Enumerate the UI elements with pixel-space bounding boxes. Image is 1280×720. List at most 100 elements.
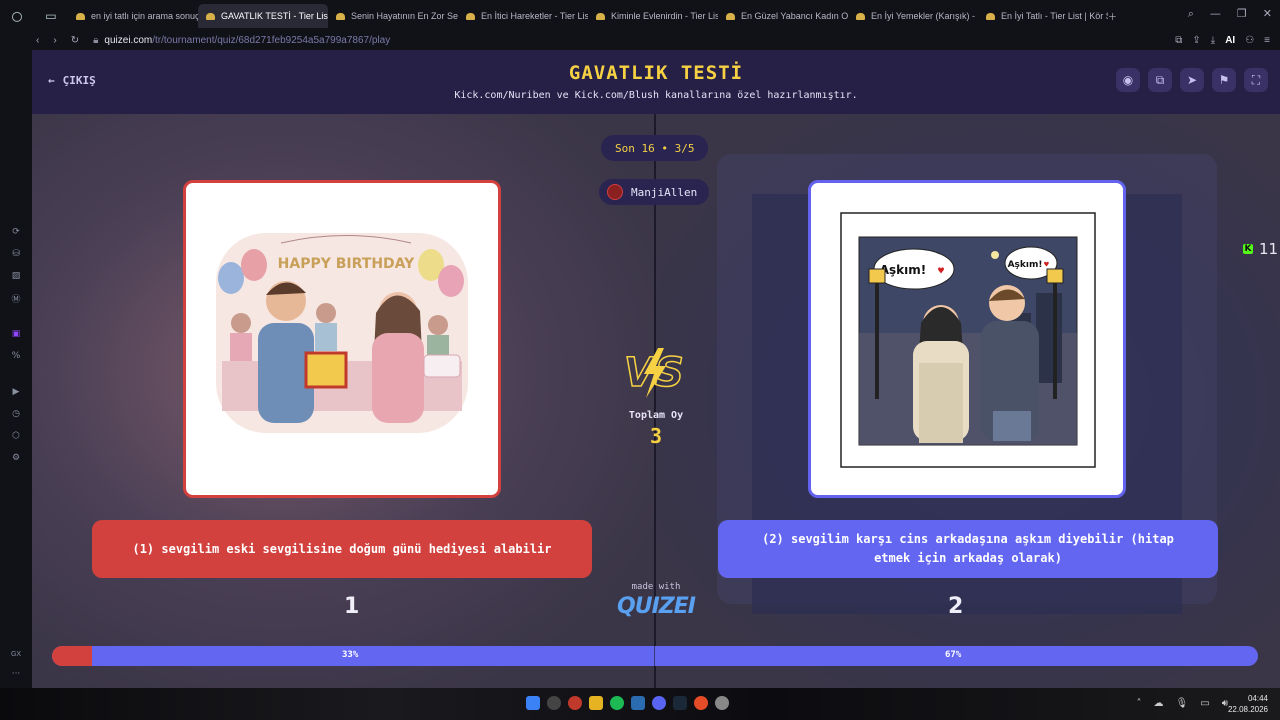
- minimize-button[interactable]: —: [1210, 7, 1221, 21]
- reload-icon[interactable]: ↻: [71, 35, 79, 46]
- couple-illustration: Aşkım! ♥ Aşkım! ♥: [840, 212, 1096, 468]
- option-1-button[interactable]: (1) sevgilim eski sevgilisine doğum günü…: [92, 520, 592, 578]
- close-button[interactable]: ✕: [1263, 7, 1272, 21]
- browser-tab-bar: ◯ ▭ en iyi tatlı için arama sonuç GAVATLI…: [0, 0, 1280, 30]
- browser-tab[interactable]: En İyi Tatlı - Tier List | Kör S: [978, 4, 1108, 28]
- quiz-header: ← ÇIKIŞ GAVATLIK TESTİ Kick.com/Nuriben …: [32, 50, 1280, 114]
- sidebar-more-icon[interactable]: ···: [9, 668, 23, 680]
- option-2-card[interactable]: Aşkım! ♥ Aşkım! ♥: [808, 180, 1126, 498]
- sidebar-gx-icon[interactable]: GX: [9, 648, 23, 660]
- tab-label: en iyi tatlı için arama sonuç: [91, 11, 198, 21]
- tab-favicon-icon: [206, 12, 215, 20]
- tab-favicon-icon: [76, 12, 85, 20]
- avatar: [607, 184, 623, 200]
- search-icon[interactable]: [547, 696, 561, 710]
- lock-icon: 🔒︎: [93, 34, 99, 46]
- tab-label: En Güzel Yabancı Kadın Oy: [741, 11, 848, 21]
- cloud-icon[interactable]: ☁: [1154, 698, 1164, 709]
- start-icon[interactable]: [526, 696, 540, 710]
- ai-button[interactable]: AI: [1225, 35, 1235, 46]
- kick-icon: K: [1243, 244, 1253, 254]
- tab-label: GAVATLIK TESTİ - Tier List: [221, 11, 328, 21]
- chevron-up-icon[interactable]: ˄: [1137, 698, 1142, 709]
- fullscreen-icon[interactable]: ⛶: [1244, 68, 1268, 92]
- sidebar-play-icon[interactable]: ▶: [9, 386, 23, 398]
- option-2-number: 2: [948, 594, 964, 619]
- download-icon[interactable]: ⤓: [1211, 35, 1215, 46]
- share-icon[interactable]: ⇪: [1192, 35, 1200, 46]
- tab-favicon-icon: [726, 12, 735, 20]
- vote-progress-bar: 33% 67%: [52, 646, 1258, 666]
- windows-taskbar: ˄ ☁ 🎙︎ ▭ 🔊︎ 04:44 22.08.2026: [0, 688, 1280, 720]
- explorer-icon[interactable]: [589, 696, 603, 710]
- sidebar-refresh-icon[interactable]: ⟳: [9, 226, 23, 238]
- clock[interactable]: 04:44 22.08.2026: [1228, 693, 1268, 715]
- steam-icon[interactable]: [673, 696, 687, 710]
- clock-time: 04:44: [1247, 694, 1268, 703]
- search-tabs-icon[interactable]: ⌕: [1188, 7, 1194, 21]
- tab-favicon-icon: [466, 12, 475, 20]
- extensions-icon[interactable]: ⧉: [1175, 35, 1182, 46]
- browser-tab[interactable]: Senin Hayatının En Zor Seç: [328, 4, 458, 28]
- spotify-icon[interactable]: [610, 696, 624, 710]
- opera-icon[interactable]: [568, 696, 582, 710]
- sidebar-m-icon[interactable]: Ⓜ: [9, 292, 23, 305]
- tab-label: Kiminle Evlenirdin - Tier Lis: [611, 11, 718, 21]
- flag-icon[interactable]: ⚑: [1212, 68, 1236, 92]
- browser-tab[interactable]: En İtici Hareketler - Tier Lis: [458, 4, 588, 28]
- user-badge: ManjiAllen: [599, 179, 710, 205]
- option-1-number: 1: [344, 594, 360, 619]
- option-2-button[interactable]: (2) sevgilim karşı cins arkadaşına aşkım…: [718, 520, 1218, 578]
- quizei-logo[interactable]: QUIZEI: [606, 594, 706, 619]
- chrome-icon[interactable]: [694, 696, 708, 710]
- url-path: /tr/tournament/quiz/68d271feb9254a5a799a…: [152, 34, 391, 46]
- forward-icon[interactable]: ›: [53, 35, 56, 46]
- browser-tab[interactable]: en iyi tatlı için arama sonuç: [68, 4, 198, 28]
- browser-tab[interactable]: GAVATLIK TESTİ - Tier List: [198, 4, 328, 28]
- svg-text:♥: ♥: [1044, 260, 1049, 269]
- browser-sidebar: ⟳ ⛁ ▨ Ⓜ ▣ % ▶ ◷ ⬡ ⚙ GX ···: [0, 50, 32, 688]
- opera-gx-logo-icon[interactable]: ◯: [0, 6, 34, 25]
- send-icon[interactable]: ➤: [1180, 68, 1204, 92]
- url-field[interactable]: 🔒︎ quizei.com/tr/tournament/quiz/68d271f…: [93, 35, 390, 46]
- username: ManjiAllen: [631, 185, 698, 199]
- option-1-fill: [52, 646, 92, 666]
- sidebar-extensions-icon[interactable]: ⬡: [9, 430, 23, 442]
- profile-icon[interactable]: ⚇: [1245, 35, 1254, 46]
- quiz-app: ← ÇIKIŞ GAVATLIK TESTİ Kick.com/Nuriben …: [32, 50, 1280, 688]
- tab-manager-icon[interactable]: ▭: [34, 6, 68, 25]
- speech-bubble-left: Aşkım!: [880, 263, 927, 277]
- address-bar: ‹ › ↻ 🔒︎ quizei.com/tr/tournament/quiz/6…: [0, 30, 1280, 50]
- back-icon[interactable]: ‹: [36, 35, 39, 46]
- sidebar-gallery-icon[interactable]: ▨: [9, 270, 23, 282]
- browser-tab[interactable]: En Güzel Yabancı Kadın Oy: [718, 4, 848, 28]
- birthday-banner: HAPPY BIRTHDAY: [278, 256, 415, 272]
- copy-icon[interactable]: ⧉: [1148, 68, 1172, 92]
- vscode-icon[interactable]: [631, 696, 645, 710]
- eye-icon[interactable]: ◉: [1116, 68, 1140, 92]
- discord-icon[interactable]: [652, 696, 666, 710]
- option-1-card[interactable]: HAPPY BIRTHDAY: [183, 180, 501, 498]
- round-indicator: Son 16 • 3/5: [601, 135, 709, 161]
- page-subtitle: Kick.com/Nuriben ve Kick.com/Blush kanal…: [454, 90, 858, 101]
- mic-icon[interactable]: 🎙︎: [1176, 698, 1189, 709]
- browser-tab[interactable]: Kiminle Evlenirdin - Tier Lis: [588, 4, 718, 28]
- sidebar-history-icon[interactable]: ◷: [9, 408, 23, 420]
- network-icon[interactable]: ▭: [1200, 698, 1209, 709]
- new-tab-button[interactable]: ＋: [1108, 4, 1128, 28]
- sidebar-settings-icon[interactable]: ⚙: [9, 452, 23, 464]
- svg-text:♥: ♥: [938, 266, 944, 277]
- sidebar-twitch-icon[interactable]: ▣: [9, 328, 23, 340]
- sidebar-store-icon[interactable]: ⛁: [9, 248, 23, 260]
- browser-tab[interactable]: En İyi Yemekler (Karışık) -: [848, 4, 978, 28]
- app-icon[interactable]: [715, 696, 729, 710]
- tab-label: En İyi Tatlı - Tier List | Kör S: [1001, 11, 1108, 21]
- system-tray: ˄ ☁ 🎙︎ ▭ 🔊︎: [1137, 698, 1228, 709]
- sidebar-percent-icon[interactable]: %: [9, 350, 23, 362]
- menu-icon[interactable]: ≡: [1264, 35, 1270, 46]
- viewer-count: K 11: [1243, 240, 1278, 258]
- match-stage: Son 16 • 3/5 ManjiAllen HAPPY BIRTHDAY A…: [32, 114, 1280, 688]
- made-with-label: made with: [631, 582, 681, 592]
- restore-button[interactable]: ❐: [1237, 7, 1247, 21]
- tab-label: En İyi Yemekler (Karışık) -: [871, 11, 976, 21]
